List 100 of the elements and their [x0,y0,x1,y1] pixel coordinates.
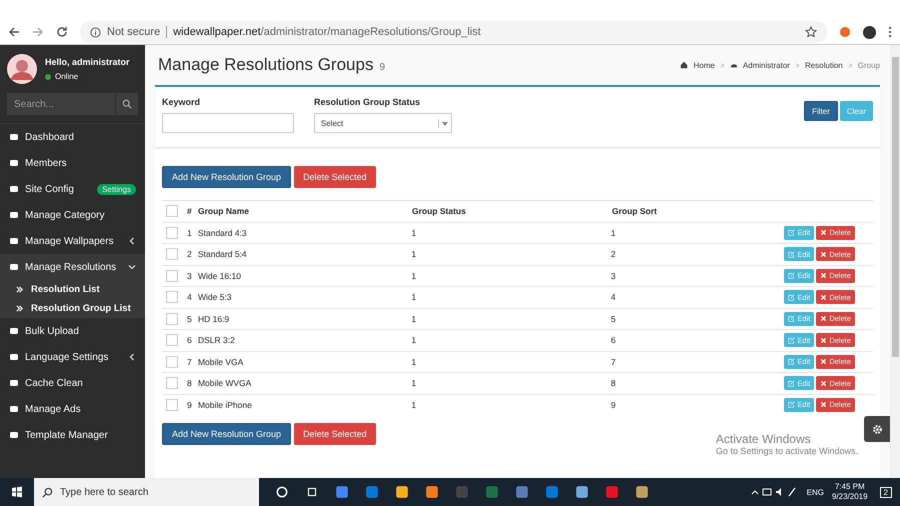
table-cell-text: Mobile VGA [198,356,244,367]
scrollbar[interactable] [890,45,900,478]
input-language[interactable]: ENG [806,488,824,496]
pencil-icon [788,272,796,280]
sidebar-item[interactable]: Language Settings [0,344,145,370]
group-count: 9 [379,62,386,73]
menu-item-icon [9,404,19,414]
taskbar-app-icon[interactable] [545,485,559,499]
table-cell-text: Wide 5:3 [198,292,233,302]
chevron-left-icon[interactable] [128,353,136,361]
sidebar-item[interactable]: Cache Clean [0,370,145,396]
status-select[interactable]: Select [314,113,452,133]
table-cell-text: 1 [411,270,418,281]
chevron-left-icon[interactable] [128,237,136,245]
close-icon [820,229,828,236]
sidebar-item[interactable]: Manage Category [0,202,145,228]
sidebar-item[interactable]: Manage Resolutions [0,254,145,280]
delete-selected-button[interactable]: Delete Selected [294,166,376,188]
cortana-icon[interactable] [275,485,289,499]
task-view-icon[interactable] [305,485,319,499]
activation-notice-hint: Go to Settings to activate Windows. [716,446,858,456]
taskbar-search-field[interactable]: Type here to search [34,478,259,506]
notification-count[interactable]: 2 [880,486,892,498]
add-group-button[interactable]: Add New Resolution Group [162,423,292,445]
close-icon [820,315,828,322]
select-all-checkbox[interactable] [166,205,178,218]
table-cell-text: 9 [610,400,617,410]
taskbar-app-icon[interactable] [425,485,439,499]
pencil-icon [788,229,796,236]
profile-avatar[interactable] [863,26,876,38]
add-group-button[interactable]: Add New Resolution Group [162,166,292,188]
menu-item-icon [9,352,19,362]
address-bar[interactable]: Not secure widewallpaper.net/administrator/manageResolutions/Group_list [80,21,827,43]
menu-item-icon [9,236,19,246]
taskbar-app-icon[interactable] [335,485,349,499]
pencil-icon [788,358,796,366]
table-cell-text: 7 [187,356,193,367]
sidebar-item[interactable]: Manage Ads [0,396,145,422]
table-cell-text: 3 [610,270,617,281]
delete-selected-button[interactable]: Delete Selected [294,423,376,445]
taskbar-app-icon[interactable] [635,485,649,499]
sidebar-item[interactable]: Dashboard [0,124,145,150]
row-checkbox[interactable] [166,398,178,411]
row-checkbox[interactable] [166,312,178,325]
clock-time[interactable]: 7:45 PM [834,482,865,492]
double-chevron-icon [16,305,23,312]
field-label: Resolution Group Status [314,97,422,107]
table-cell-text: 1 [187,228,193,238]
settings-badge: Settings [97,184,136,194]
sidebar-item[interactable]: Manage Wallpapers [0,228,145,254]
submenu-item[interactable]: Resolution Group List [0,299,145,318]
info-icon[interactable] [90,26,101,38]
row-checkbox[interactable] [166,248,178,260]
chevron-right-icon [794,62,800,68]
keyword-field[interactable] [162,113,294,133]
breadcrumb-link[interactable]: Administrator [742,60,790,70]
activation-notice-title: Activate Windows [716,432,812,446]
clock-date[interactable]: 9/23/2019 [832,492,868,502]
table-cell-text: 1 [411,335,418,346]
star-icon[interactable] [805,26,817,38]
reload-icon[interactable] [56,26,68,38]
column-header: Group Status [412,206,467,216]
search-icon[interactable] [116,93,138,115]
table-cell-text: 2 [610,249,617,260]
dashboard-icon [730,61,738,69]
table-cell-text: 9 [187,400,193,410]
avatar-silhouette [7,54,37,84]
sidebar-item[interactable]: Members [0,150,145,176]
row-checkbox[interactable] [166,291,178,304]
row-checkbox[interactable] [166,377,178,390]
user-status: Online [55,72,78,81]
menu-icon[interactable] [888,26,892,38]
extension-icon[interactable] [839,26,851,38]
taskbar-app-icon[interactable] [515,485,529,499]
pencil-icon [788,294,796,301]
table-cell-text: 1 [411,249,418,260]
sidebar-item[interactable]: Site Config Settings [0,176,145,202]
row-checkbox[interactable] [166,226,178,239]
gear-icon [872,424,882,434]
filter-button[interactable]: Filter [804,101,838,121]
row-checkbox[interactable] [166,334,178,346]
online-dot [45,74,51,80]
taskbar-app-icon[interactable] [575,485,589,499]
breadcrumb-link[interactable]: Home [693,60,715,70]
taskbar-app-icon[interactable] [605,485,619,499]
sidebar-item[interactable]: Bulk Upload [0,318,145,344]
submenu-item[interactable]: Resolution List [0,280,145,299]
column-header: Group Name [198,206,250,216]
sidebar-search-field[interactable]: Search... [7,93,115,115]
back-icon[interactable] [8,26,20,38]
chevron-down-icon[interactable] [128,263,136,271]
row-checkbox[interactable] [166,270,178,282]
close-icon [820,272,828,280]
row-checkbox[interactable] [166,356,178,368]
taskbar-app-icon[interactable] [365,485,379,499]
taskbar-app-icon[interactable] [395,485,409,499]
close-icon [820,336,828,344]
sidebar-item[interactable]: Template Manager [0,422,145,448]
settings-button[interactable] [864,416,890,442]
breadcrumb-link[interactable]: Resolution [804,60,843,70]
